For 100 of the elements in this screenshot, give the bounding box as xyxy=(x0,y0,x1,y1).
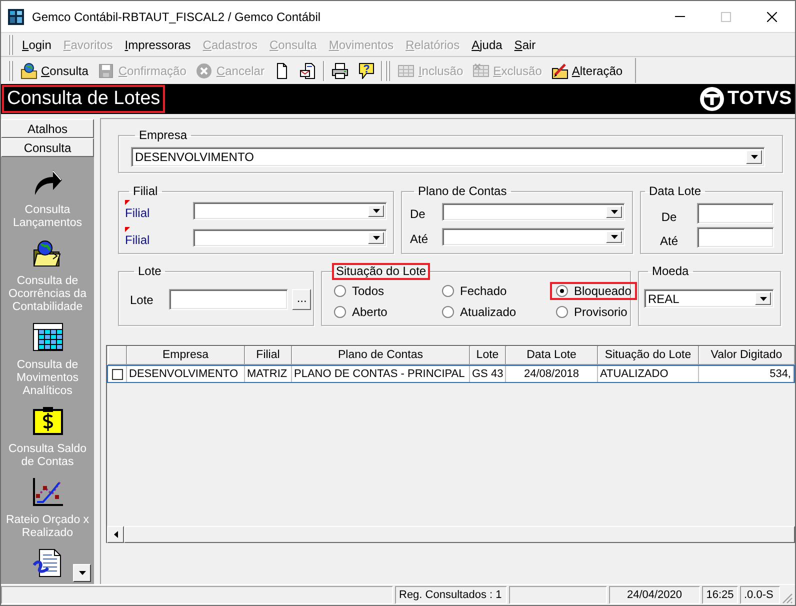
help-icon xyxy=(358,62,374,78)
table-cell: 534, xyxy=(699,366,794,382)
table-cell: ATUALIZADO xyxy=(598,366,699,382)
scroll-down-button[interactable] xyxy=(73,564,91,582)
menu-item[interactable]: Ajuda xyxy=(466,34,508,54)
logo-text: TOTVS xyxy=(728,88,792,110)
document-icon xyxy=(300,62,316,78)
status-field: Reg. Consultados : 1 xyxy=(395,586,507,604)
group-label: Situação do Lote xyxy=(332,263,430,280)
group-label: Data Lote xyxy=(648,183,702,200)
line-chart-icon xyxy=(32,478,62,506)
dropdown-field[interactable] xyxy=(442,228,625,246)
radio-option[interactable]: Atualizado xyxy=(436,303,522,321)
menu-item[interactable]: Impressoras xyxy=(118,34,197,54)
caret-icon xyxy=(750,155,758,159)
dropdown-button[interactable] xyxy=(755,292,771,305)
radio-option[interactable]: Aberto xyxy=(328,303,394,321)
folder-globe-icon xyxy=(32,239,62,267)
radio-icon[interactable] xyxy=(556,306,568,318)
table-icon xyxy=(398,62,414,78)
field-label: Filial xyxy=(125,233,150,247)
column-header[interactable]: Lote xyxy=(470,346,506,365)
radio-option[interactable]: Fechado xyxy=(436,282,513,300)
menu-item[interactable]: Sair xyxy=(508,34,542,54)
field-label: De xyxy=(410,207,426,221)
status-field: 24/04/2020 xyxy=(609,586,700,604)
dropdown-field[interactable] xyxy=(193,229,387,247)
browse-button[interactable]: ... xyxy=(292,289,312,310)
caret-icon xyxy=(78,571,86,575)
sidebar-section-button[interactable]: Atalhos xyxy=(1,119,94,138)
radio-option[interactable]: Todos xyxy=(328,282,390,300)
table-x-icon xyxy=(473,62,490,78)
folder-globe-icon xyxy=(21,62,37,78)
circle-logo-icon xyxy=(700,87,724,111)
group-label: Lote xyxy=(137,263,162,280)
radio-icon[interactable] xyxy=(442,285,454,297)
edit-button[interactable]: Alteração xyxy=(546,60,628,82)
field-label: Lote xyxy=(130,292,154,306)
radio-option[interactable]: Bloqueado xyxy=(550,282,638,300)
radio-icon[interactable] xyxy=(442,306,454,318)
column-header[interactable]: Filial xyxy=(245,346,292,365)
radio-icon[interactable] xyxy=(334,306,346,318)
printer-icon xyxy=(332,62,348,78)
page-title: Consulta de Lotes xyxy=(2,85,166,113)
group-label: Empresa xyxy=(138,127,188,144)
input-field[interactable] xyxy=(697,227,774,248)
field-label: Até xyxy=(658,234,679,248)
dropdown-button[interactable] xyxy=(368,205,384,217)
dropdown-button[interactable] xyxy=(368,232,384,244)
dropdown-field[interactable]: DESENVOLVIMENTO xyxy=(131,147,765,167)
table-cell: GS 43 xyxy=(470,366,506,382)
sidebar-section-button[interactable]: Consulta xyxy=(1,138,94,157)
column-header[interactable]: Data Lote xyxy=(506,346,598,365)
document-icon xyxy=(32,549,62,577)
caret-icon xyxy=(760,296,766,300)
input-field[interactable] xyxy=(697,203,774,224)
table-cell: MATRIZ xyxy=(245,366,292,382)
radio-icon[interactable] xyxy=(556,285,568,297)
checkbox-icon[interactable] xyxy=(112,368,122,380)
table-cell: 24/08/2018 xyxy=(506,366,598,382)
caret-icon xyxy=(372,209,380,213)
query-button[interactable]: Consulta xyxy=(16,60,94,82)
caret-icon xyxy=(610,210,618,214)
dropdown-button[interactable] xyxy=(746,150,762,164)
app-icon xyxy=(8,8,24,24)
group-label: Plano de Contas xyxy=(417,183,508,200)
caret-icon xyxy=(610,235,618,239)
column-header[interactable]: Plano de Contas xyxy=(292,346,470,365)
group-label: Filial xyxy=(132,183,159,200)
caret-icon xyxy=(372,236,380,240)
column-header[interactable]: Empresa xyxy=(127,346,245,365)
table-cell: DESENVOLVIMENTO xyxy=(127,366,245,382)
cancel-icon xyxy=(196,62,212,78)
radio-option[interactable]: Provisorio xyxy=(550,303,634,321)
radio-icon[interactable] xyxy=(334,285,346,297)
field-label: Filial xyxy=(125,206,150,220)
column-header[interactable]: Situação do Lote xyxy=(598,346,699,365)
left-arrow-icon xyxy=(114,531,118,538)
toolbar-grip[interactable] xyxy=(385,60,390,80)
resize-grip-icon[interactable] xyxy=(782,593,793,604)
window-title: Gemco Contábil-RBTAUT_FISCAL2 / Gemco Contábil xyxy=(32,10,321,24)
dollar-sign-icon xyxy=(32,407,62,435)
curved-arrow-icon xyxy=(32,168,62,196)
dropdown-field[interactable] xyxy=(442,203,625,221)
group-label: Moeda xyxy=(651,263,690,280)
dropdown-field[interactable] xyxy=(193,202,387,220)
dropdown-button[interactable] xyxy=(606,206,622,218)
table-cell: PLANO DE CONTAS - PRINCIPAL xyxy=(292,366,470,382)
column-header[interactable]: Valor Digitado xyxy=(699,346,795,365)
toolbar-grip[interactable] xyxy=(8,60,13,80)
dropdown-button[interactable] xyxy=(606,231,622,243)
status-field: .0.0-S xyxy=(740,586,780,604)
folder-pencil-icon xyxy=(552,62,568,78)
dropdown-field[interactable]: REAL xyxy=(644,289,774,308)
scroll-left-button[interactable] xyxy=(107,526,124,543)
menu-item[interactable]: Login xyxy=(16,34,58,54)
menu-grip[interactable] xyxy=(8,34,13,54)
input-field[interactable] xyxy=(169,289,288,310)
field-label: De xyxy=(660,210,678,224)
table-row[interactable]: DESENVOLVIMENTO MATRIZ PLANO DE CONTAS - PRINCIPAL GS 43 24/08/2018 ATUALIZADO 534, xyxy=(107,365,795,383)
